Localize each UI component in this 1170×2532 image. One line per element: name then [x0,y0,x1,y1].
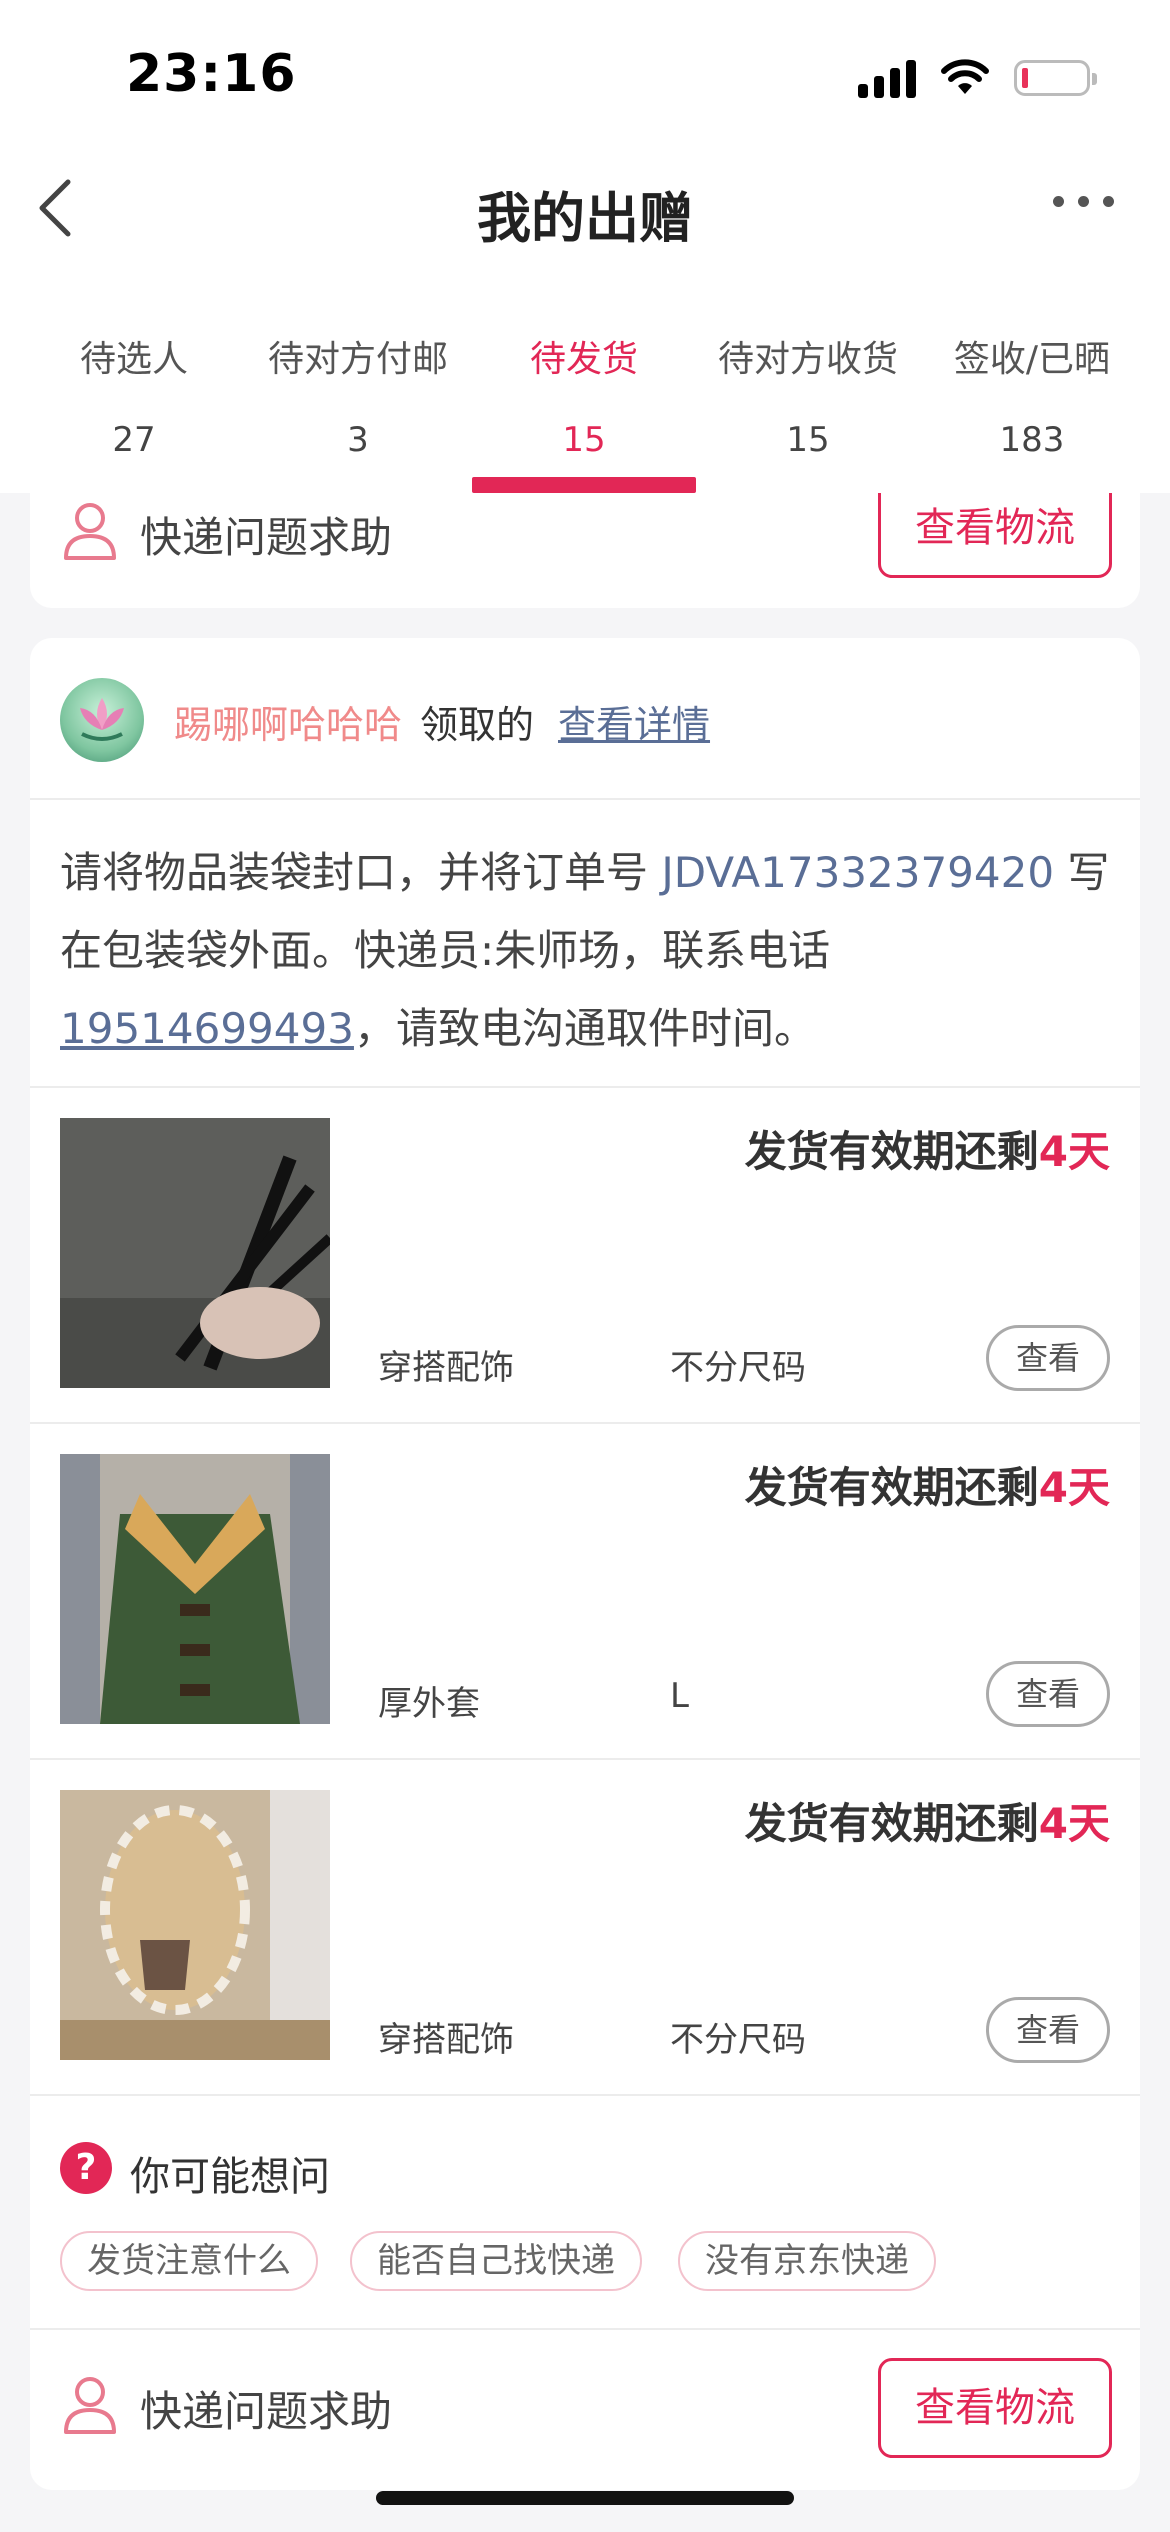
deadline-prefix: 发货有效期还剩 [744,1127,1039,1176]
view-logistics-button[interactable]: 查看物流 [878,478,1112,578]
item-photo[interactable] [60,1790,330,2060]
deadline-days: 4天 [1038,1799,1110,1848]
view-details-link[interactable]: 查看详情 [558,694,710,749]
tab-count: 3 [347,420,369,460]
view-item-button[interactable]: 查看 [986,1997,1110,2063]
cellular-signal-icon [858,58,916,98]
item-photo[interactable] [60,1118,330,1388]
item-size: 不分尺码 [670,1348,806,1388]
tab-signed-shared[interactable]: 签收/已晒 183 [920,320,1144,493]
courier-phone-link[interactable]: 19514699493 [60,1004,354,1053]
status-tabs: 待选人 27 待对方付邮 3 待发货 15 待对方收货 15 签收/已晒 183 [0,320,1170,493]
faq-chip[interactable]: 没有京东快递 [678,2231,936,2291]
divider [30,2094,1140,2096]
shipping-deadline: 发货有效期还剩4天 [745,1454,1110,1515]
tab-count: 183 [999,420,1065,460]
courier-help-label: 快递问题求助 [140,2387,393,2436]
deadline-prefix: 发货有效期还剩 [744,1799,1039,1848]
lotus-icon [80,698,124,741]
person-icon [64,2377,116,2434]
tab-label: 签收/已晒 [953,339,1111,380]
active-tab-indicator [472,477,696,493]
faq-chip[interactable]: 发货注意什么 [60,2231,318,2291]
battery-icon [1014,60,1097,96]
person-icon [64,503,116,560]
claimer-suffix: 领取的 [420,703,535,747]
tab-label: 待对方付邮 [267,339,448,380]
home-indicator[interactable] [376,2491,794,2505]
status-time: 23:16 [126,44,297,104]
view-item-button[interactable]: 查看 [986,1325,1110,1391]
item-category: 厚外套 [378,1684,480,1724]
tab-pending-shipment[interactable]: 待发货 15 [472,320,696,493]
tab-count: 27 [112,420,156,460]
shipping-deadline: 发货有效期还剩4天 [745,1790,1110,1851]
avatar[interactable] [60,678,144,762]
wifi-icon [941,59,989,94]
shipping-instruction: 请将物品装袋封口，并将订单号 JDVA17332379420 写在包装袋外面。快… [60,834,1120,1068]
tab-pending-receipt[interactable]: 待对方收货 15 [696,320,920,493]
tab-label: 待选人 [79,339,188,380]
item-photo[interactable] [60,1454,330,1724]
claimer-name[interactable]: 踢哪啊哈哈哈 [174,694,402,749]
view-logistics-button[interactable]: 查看物流 [878,2358,1112,2458]
tab-pending-select[interactable]: 待选人 27 [22,320,246,493]
list-item: 发货有效期还剩4天 穿搭配饰 不分尺码 查看 [30,1760,1140,2094]
item-category: 穿搭配饰 [378,2020,514,2060]
list-item: 发货有效期还剩4天 厚外套 L 查看 [30,1424,1140,1758]
instruction-text: 请将物品装袋封口，并将订单号 [60,848,662,897]
tab-label: 待对方收货 [717,339,898,380]
order-card: 踢哪啊哈哈哈 领取的 查看详情 请将物品装袋封口，并将订单号 JDVA17332… [30,638,1140,2490]
order-number: JDVA17332379420 [661,848,1055,897]
faq-title: 你可能想问 [130,2154,330,2200]
tab-count: 15 [562,420,606,460]
instruction-text: ，请致电沟通取件时间。 [353,1004,816,1053]
tab-pending-postage[interactable]: 待对方付邮 3 [246,320,470,493]
item-size: 不分尺码 [670,2020,806,2060]
tab-label: 待发货 [529,339,638,380]
header: 23:16 我的出赠 待选人 27 待对方付邮 3 待发货 15 待对方收货 1… [0,0,1170,493]
tab-count: 15 [786,420,830,460]
status-icons [858,56,1097,100]
question-icon: ? [60,2142,112,2194]
more-options-icon[interactable] [1053,196,1114,207]
divider [30,798,1140,800]
claimer-row: 踢哪啊哈哈哈 领取的 查看详情 [30,638,1140,798]
shipping-deadline: 发货有效期还剩4天 [745,1118,1110,1179]
item-category: 穿搭配饰 [378,1348,514,1388]
list-item: 发货有效期还剩4天 穿搭配饰 不分尺码 查看 [30,1088,1140,1422]
deadline-days: 4天 [1038,1127,1110,1176]
faq-chip[interactable]: 能否自己找快递 [350,2231,642,2291]
deadline-days: 4天 [1038,1463,1110,1512]
view-item-button[interactable]: 查看 [986,1661,1110,1727]
courier-help-label: 快递问题求助 [140,513,393,562]
page-title: 我的出赠 [477,187,693,250]
courier-help-row[interactable]: 快递问题求助 查看物流 [30,2330,1140,2490]
item-size: L [670,1676,689,1716]
deadline-prefix: 发货有效期还剩 [744,1463,1039,1512]
